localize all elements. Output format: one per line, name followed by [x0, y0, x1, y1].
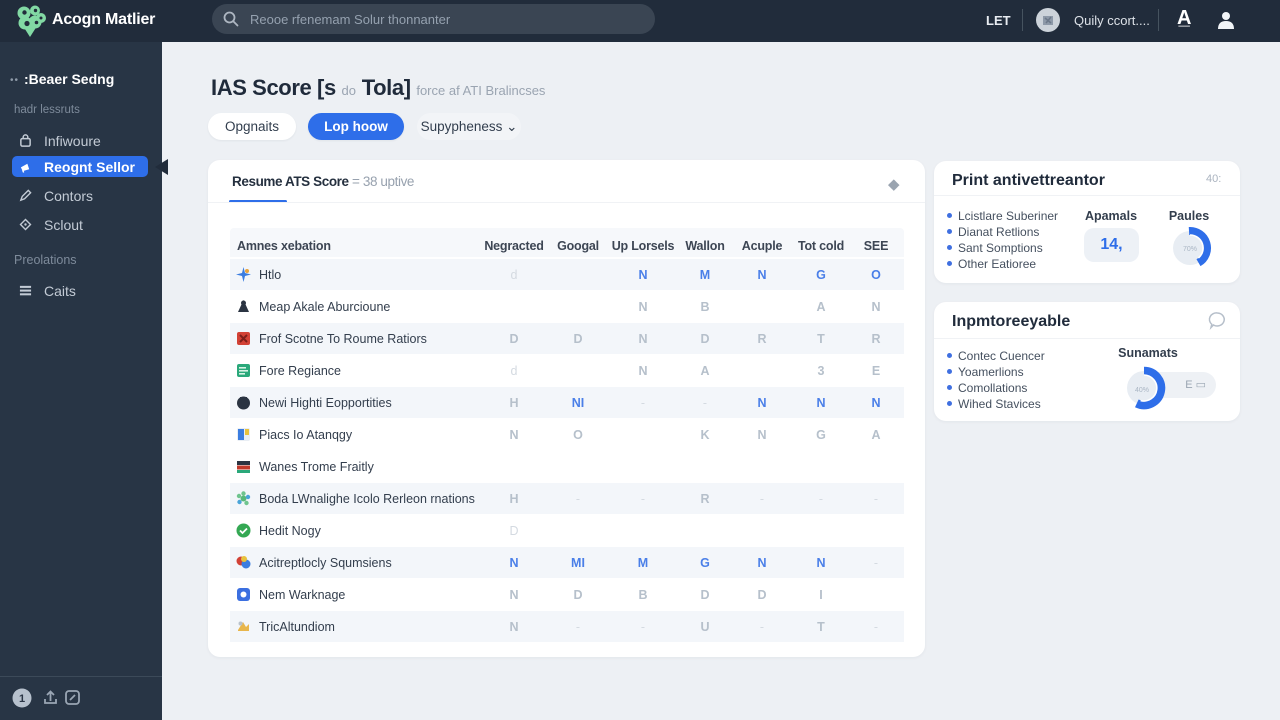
- svg-text:70%: 70%: [1183, 246, 1197, 253]
- svg-text:1: 1: [19, 693, 25, 705]
- svg-text:40%: 40%: [1135, 387, 1149, 394]
